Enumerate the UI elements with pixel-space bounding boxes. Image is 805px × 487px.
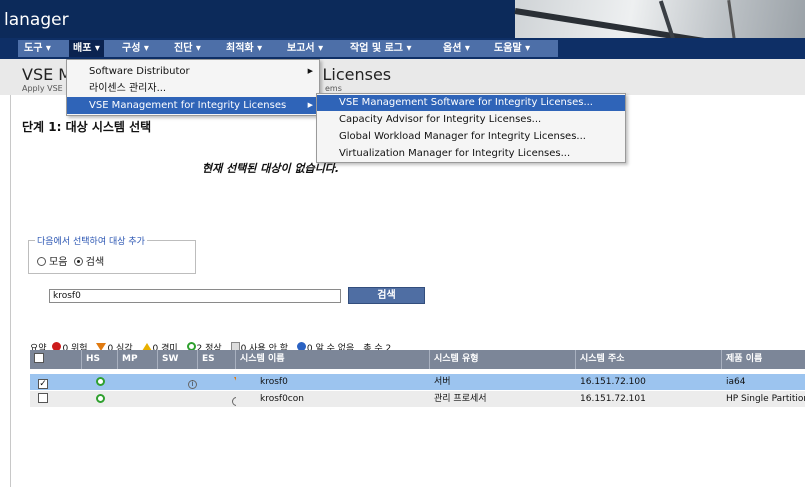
menu-item-license-manager[interactable]: 라이센스 관리자...: [67, 80, 319, 97]
system-address: 16.151.72.101: [580, 394, 646, 404]
header-select-all[interactable]: [30, 350, 82, 369]
submenu-item-virtualization[interactable]: Virtualization Manager for Integrity Lic…: [317, 146, 625, 162]
submenu-arrow-icon: ▶: [307, 101, 313, 109]
menu-reports[interactable]: 보고서 ▾: [283, 40, 327, 57]
table-header: HS MP SW ES 시스템 이름 시스템 유형 시스템 주소 제품 이름: [30, 350, 805, 369]
product-name: HP Single Partition Se...: [726, 394, 805, 404]
deploy-dropdown-menu: Software Distributor ▶ 라이센스 관리자... VSE M…: [66, 59, 320, 116]
row-checkbox[interactable]: [38, 393, 48, 403]
menu-deploy[interactable]: 배포 ▾: [69, 40, 104, 57]
menu-tools[interactable]: 도구 ▾: [20, 40, 55, 57]
system-address: 16.151.72.100: [580, 377, 646, 387]
header-system-type[interactable]: 시스템 유형: [430, 350, 576, 369]
page-title-continued: / Licenses: [312, 65, 392, 84]
submenu-item-global-workload[interactable]: Global Workload Manager for Integrity Li…: [317, 129, 625, 145]
product-name: ia64: [726, 377, 746, 387]
menu-item-label: VSE Management for Integrity Licenses: [89, 100, 287, 111]
row-select-cell: [30, 391, 82, 407]
vse-submenu: VSE Management Software for Integrity Li…: [316, 93, 626, 163]
sw-cell: [158, 391, 198, 407]
header-system-name[interactable]: 시스템 이름: [236, 350, 430, 369]
page-subtitle-continued: ems: [325, 84, 342, 93]
normal-status-icon[interactable]: [96, 394, 105, 403]
header-mp[interactable]: MP: [118, 350, 158, 369]
info-status-icon[interactable]: i: [188, 380, 197, 389]
search-input[interactable]: krosf0: [49, 289, 341, 303]
radio-collection[interactable]: [37, 257, 46, 266]
search-button[interactable]: 검색: [348, 287, 425, 304]
submenu-arrow-icon: ▶: [307, 67, 313, 75]
system-name[interactable]: krosf0: [236, 374, 430, 390]
header-product-name[interactable]: 제품 이름: [722, 350, 805, 369]
select-all-checkbox[interactable]: [34, 353, 44, 363]
mp-cell: [118, 391, 158, 407]
row-checkbox[interactable]: ✓: [38, 379, 48, 389]
menu-item-vse-management[interactable]: VSE Management for Integrity Licenses ▶: [67, 97, 319, 114]
menu-item-label: 라이센스 관리자...: [89, 83, 167, 94]
content-divider: [10, 95, 11, 487]
hs-cell: [82, 374, 118, 390]
title-banner: lanager: [0, 0, 805, 38]
app-title: lanager: [4, 10, 69, 30]
radio-search[interactable]: [73, 257, 83, 266]
radio-collection-label: 모음: [49, 257, 68, 268]
es-cell: i: [198, 391, 236, 407]
add-target-legend: 다음에서 선택하여 대상 추가: [35, 234, 147, 247]
menu-item-software-distributor[interactable]: Software Distributor ▶: [67, 63, 319, 80]
banner-image: [514, 0, 805, 38]
normal-status-icon[interactable]: [96, 377, 105, 386]
add-target-options: 모음 검색: [37, 253, 104, 268]
header-hs[interactable]: HS: [82, 350, 118, 369]
menu-diagnose[interactable]: 진단 ▾: [170, 40, 205, 57]
table-row[interactable]: i krosf0con 관리 프로세서 16.151.72.101 HP Sin…: [30, 391, 805, 407]
menu-configure[interactable]: 구성 ▾: [118, 40, 153, 57]
page-subtitle: Apply VSE: [22, 84, 63, 93]
hs-cell: [82, 391, 118, 407]
radio-search-label: 검색: [85, 257, 105, 268]
submenu-item-vse-software[interactable]: VSE Management Software for Integrity Li…: [317, 95, 625, 111]
system-name[interactable]: krosf0con: [236, 391, 430, 407]
submenu-item-capacity-advisor[interactable]: Capacity Advisor for Integrity Licenses.…: [317, 112, 625, 128]
add-target-group: 다음에서 선택하여 대상 추가 모음 검색: [28, 234, 196, 274]
menu-help[interactable]: 도움말 ▾: [490, 40, 534, 57]
menu-item-label: Software Distributor: [89, 66, 190, 77]
system-type: 서버: [434, 377, 451, 387]
menu-optimize[interactable]: 최적화 ▾: [222, 40, 266, 57]
menu-options[interactable]: 옵션 ▾: [439, 40, 474, 57]
row-select-cell: ✓: [30, 374, 82, 390]
table-row[interactable]: ✓ i krosf0 서버 16.151.72.100 ia64: [30, 374, 805, 390]
header-system-address[interactable]: 시스템 주소: [576, 350, 722, 369]
header-es[interactable]: ES: [198, 350, 236, 369]
step-title: 단계 1: 대상 시스템 선택: [22, 120, 152, 134]
es-cell: [198, 374, 236, 390]
banner-beam: [727, 0, 736, 38]
sw-cell: i: [158, 374, 198, 390]
system-type: 관리 프로세서: [434, 394, 487, 404]
menu-bar: 도구 ▾ 배포 ▾ 구성 ▾ 진단 ▾ 최적화 ▾ 보고서 ▾ 작업 및 로그 …: [0, 38, 805, 59]
header-sw[interactable]: SW: [158, 350, 198, 369]
mp-cell: [118, 374, 158, 390]
menu-tasks-logs[interactable]: 작업 및 로그 ▾: [346, 40, 415, 57]
page-title: VSE M: [22, 65, 73, 84]
